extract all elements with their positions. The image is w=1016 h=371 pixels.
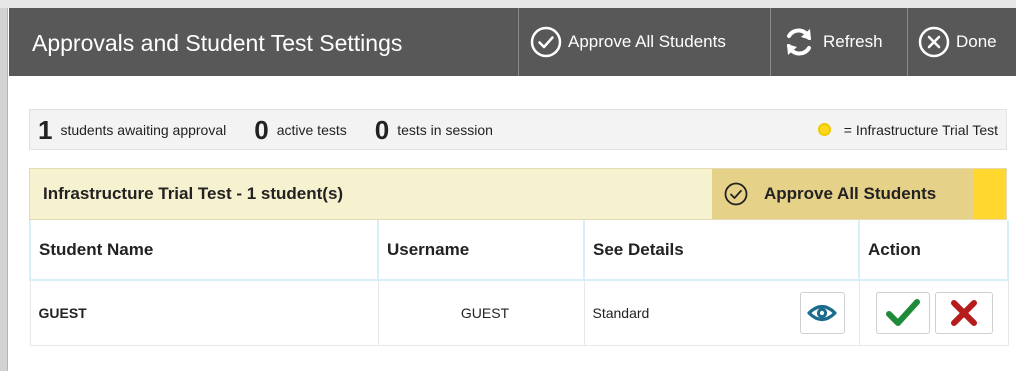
action-cell bbox=[858, 279, 1009, 346]
active-label: active tests bbox=[276, 121, 347, 138]
group-approve-all-button[interactable]: Approve All Students bbox=[712, 169, 973, 219]
awaiting-label: students awaiting approval bbox=[60, 121, 227, 138]
deny-student-button[interactable] bbox=[934, 291, 993, 334]
action-wrap bbox=[868, 291, 1008, 334]
test-group-title: Infrastructure Trial Test - 1 student(s) bbox=[43, 184, 344, 203]
column-header-student-name: Student Name bbox=[29, 220, 379, 281]
window-top-edge bbox=[0, 0, 1016, 8]
session-label: tests in session bbox=[397, 121, 493, 138]
approve-all-students-button[interactable]: Approve All Students bbox=[518, 8, 770, 76]
done-label: Done bbox=[956, 32, 997, 51]
column-header-see-details: See Details bbox=[583, 220, 860, 281]
details-text: Standard bbox=[592, 304, 650, 321]
see-details-cell: Standard bbox=[583, 279, 860, 346]
legend-label: = Infrastructure Trial Test bbox=[843, 121, 998, 138]
checkmark-icon bbox=[885, 298, 920, 326]
approve-all-students-label: Approve All Students bbox=[568, 32, 726, 51]
dialog-titlebar: Approvals and Student Test Settings Appr… bbox=[9, 8, 1016, 76]
refresh-button[interactable]: Refresh bbox=[770, 8, 907, 76]
dialog-title: Approvals and Student Test Settings bbox=[32, 29, 403, 56]
done-button[interactable]: Done bbox=[907, 8, 1016, 76]
students-table: Student Name Username See Details Action… bbox=[29, 220, 1009, 346]
column-header-action: Action bbox=[858, 220, 1009, 281]
test-group-header: Infrastructure Trial Test - 1 student(s)… bbox=[29, 168, 1007, 220]
check-circle-icon bbox=[530, 26, 562, 58]
table-row: GUEST GUEST Standard bbox=[29, 279, 1009, 346]
column-header-username: Username bbox=[377, 220, 585, 281]
awaiting-count: 1 bbox=[38, 114, 53, 145]
tests-in-session-stat: 0 tests in session bbox=[375, 117, 493, 143]
x-mark-icon bbox=[950, 299, 977, 326]
group-approve-all-label: Approve All Students bbox=[764, 184, 937, 203]
active-count: 0 bbox=[254, 114, 269, 145]
close-circle-icon bbox=[918, 26, 950, 58]
details-wrap: Standard bbox=[592, 291, 859, 334]
trial-test-flag bbox=[973, 169, 1006, 219]
awaiting-approval-stat: 1 students awaiting approval bbox=[38, 117, 226, 143]
session-summary-bar: 1 students awaiting approval 0 active te… bbox=[29, 109, 1007, 150]
refresh-label: Refresh bbox=[823, 32, 883, 51]
approve-student-button[interactable] bbox=[875, 291, 930, 334]
refresh-icon bbox=[787, 28, 811, 56]
table-header-row: Student Name Username See Details Action bbox=[29, 220, 1009, 281]
student-name-cell: GUEST bbox=[29, 279, 379, 346]
username-cell: GUEST bbox=[377, 279, 585, 346]
window-left-edge bbox=[0, 8, 8, 371]
eye-icon bbox=[807, 304, 837, 321]
session-count: 0 bbox=[374, 114, 390, 145]
trial-test-legend: = Infrastructure Trial Test bbox=[817, 121, 1006, 138]
active-tests-stat: 0 active tests bbox=[254, 117, 347, 143]
yellow-dot-icon bbox=[817, 123, 831, 136]
see-details-button[interactable] bbox=[799, 291, 845, 334]
check-circle-icon bbox=[724, 182, 748, 206]
